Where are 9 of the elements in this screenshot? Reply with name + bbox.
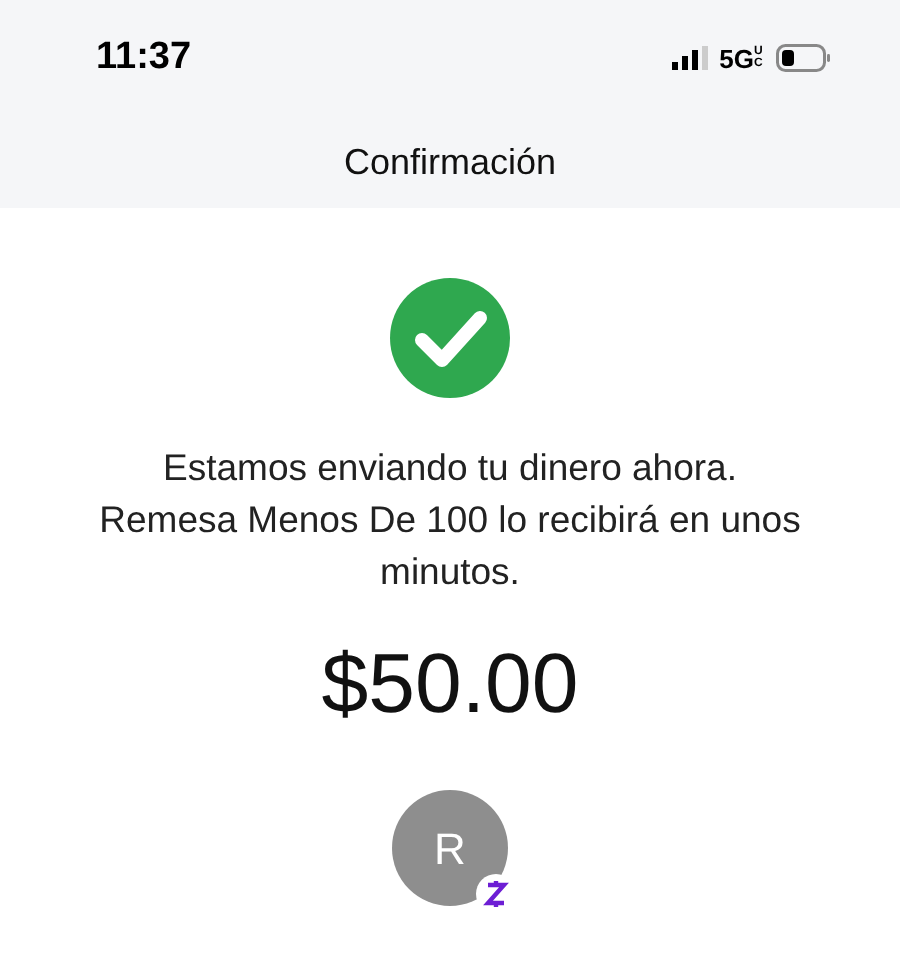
- signal-icon: [671, 46, 708, 70]
- battery-icon: [776, 44, 832, 72]
- transfer-amount: $50.00: [321, 634, 579, 734]
- recipient-avatar: R: [392, 790, 508, 906]
- clock-time: 11:37: [96, 33, 192, 82]
- screen-title: Confirmación: [343, 139, 557, 185]
- success-check-icon: [390, 278, 510, 398]
- network-label: 5G: [719, 45, 754, 71]
- confirmation-message: Estamos enviando tu dinero ahora. Remesa Menos De 100 lo recibirá en unos minutos.: [97, 444, 803, 596]
